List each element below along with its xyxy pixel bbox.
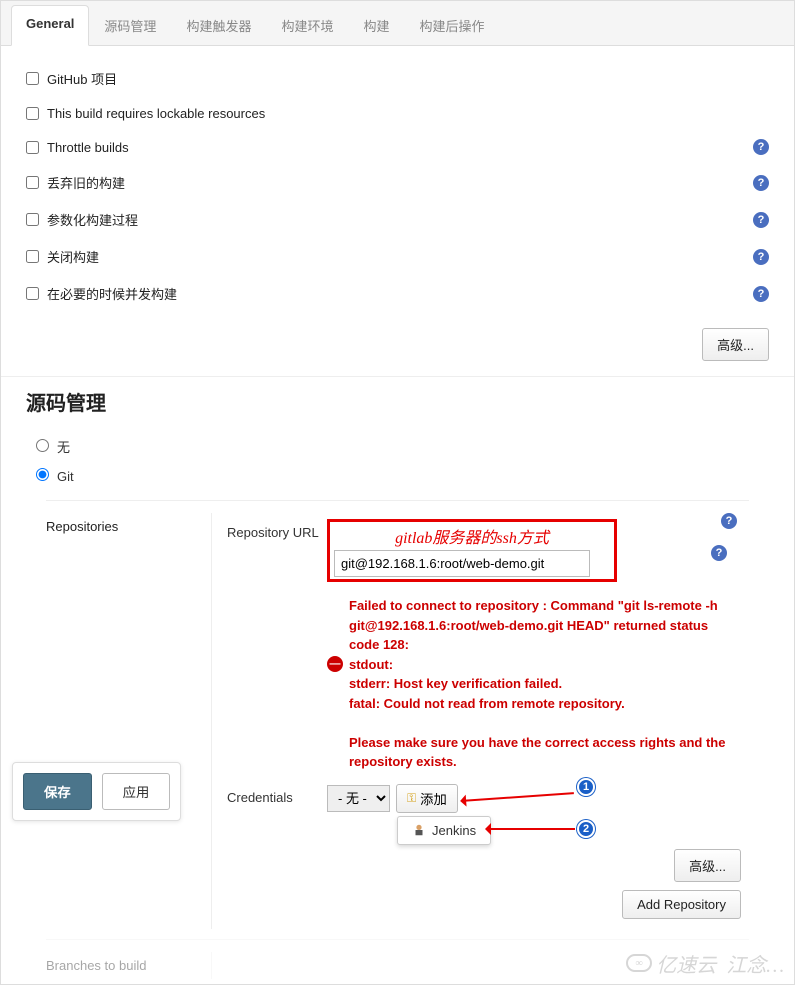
label-disable: 关闭构建 <box>47 247 749 266</box>
repo-url-label: Repository URL <box>227 519 327 540</box>
label-parameterized: 参数化构建过程 <box>47 210 749 229</box>
jenkins-label: Jenkins <box>432 823 476 838</box>
credentials-add-button[interactable]: ⚿ 添加 <box>396 784 458 813</box>
checkbox-discard[interactable] <box>26 176 39 189</box>
badge-1: 1 <box>577 778 595 796</box>
tab-build[interactable]: 构建 <box>348 5 404 45</box>
radio-git[interactable] <box>36 468 49 481</box>
radio-none-text: 无 <box>57 440 70 455</box>
help-icon[interactable]: ? <box>711 545 727 561</box>
radio-none[interactable] <box>36 439 49 452</box>
label-discard: 丢弃旧的构建 <box>47 173 749 192</box>
credentials-label: Credentials <box>227 784 327 805</box>
checkbox-throttle[interactable] <box>26 141 39 154</box>
credentials-select[interactable]: - 无 - <box>327 785 390 812</box>
branches-label: Branches to build <box>46 952 211 979</box>
repo-error: — Failed to connect to repository : Comm… <box>327 592 741 778</box>
save-button[interactable]: 保存 <box>23 773 92 810</box>
watermark: ∞ 亿速云 江念… <box>626 949 784 978</box>
add-label: 添加 <box>420 789 447 808</box>
error-icon: — <box>327 656 343 672</box>
tab-triggers[interactable]: 构建触发器 <box>171 5 266 45</box>
help-icon[interactable]: ? <box>753 286 769 302</box>
tab-scm[interactable]: 源码管理 <box>89 5 171 45</box>
add-repository-button[interactable]: Add Repository <box>622 890 741 919</box>
checkbox-lockable[interactable] <box>26 107 39 120</box>
repositories-label: Repositories <box>46 513 211 929</box>
radio-none-label[interactable]: 无 <box>36 440 70 455</box>
help-icon[interactable]: ? <box>753 249 769 265</box>
help-icon[interactable]: ? <box>753 175 769 191</box>
scm-heading: 源码管理 <box>1 376 794 431</box>
annotation-text: gitlab服务器的ssh方式 <box>334 524 610 550</box>
repositories-subsection: Repositories ? Repository URL gitlab服务器的… <box>46 500 749 929</box>
radio-git-text: Git <box>57 469 74 484</box>
credentials-dropdown-item[interactable]: Jenkins <box>397 816 491 845</box>
label-concurrent: 在必要的时候并发构建 <box>47 284 749 303</box>
tab-postbuild[interactable]: 构建后操作 <box>404 5 499 45</box>
help-icon[interactable]: ? <box>753 212 769 228</box>
arrow-1 <box>462 792 574 802</box>
checkbox-concurrent[interactable] <box>26 287 39 300</box>
repo-url-input[interactable] <box>334 550 590 577</box>
help-icon[interactable]: ? <box>721 513 737 529</box>
config-tabs: General 源码管理 构建触发器 构建环境 构建 构建后操作 <box>1 1 794 46</box>
key-icon: ⚿ <box>407 791 416 806</box>
general-advanced-button[interactable]: 高级... <box>702 328 769 361</box>
tab-general[interactable]: General <box>11 5 89 46</box>
jenkins-icon <box>412 823 426 837</box>
tab-env[interactable]: 构建环境 <box>266 5 348 45</box>
label-github-project: GitHub 项目 <box>47 69 749 88</box>
general-section: GitHub 项目 This build requires lockable r… <box>1 46 794 318</box>
label-lockable: This build requires lockable resources <box>47 106 749 121</box>
help-icon[interactable]: ? <box>753 139 769 155</box>
annotation-box: gitlab服务器的ssh方式 <box>327 519 617 582</box>
action-bar: 保存 应用 <box>12 762 181 821</box>
repo-advanced-button[interactable]: 高级... <box>674 849 741 882</box>
checkbox-github-project[interactable] <box>26 72 39 85</box>
error-text: Failed to connect to repository : Comman… <box>349 596 741 772</box>
label-throttle: Throttle builds <box>47 140 749 155</box>
apply-button[interactable]: 应用 <box>102 773 171 810</box>
radio-git-label[interactable]: Git <box>36 469 74 484</box>
checkbox-parameterized[interactable] <box>26 213 39 226</box>
cloud-icon: ∞ <box>626 954 652 972</box>
checkbox-disable[interactable] <box>26 250 39 263</box>
